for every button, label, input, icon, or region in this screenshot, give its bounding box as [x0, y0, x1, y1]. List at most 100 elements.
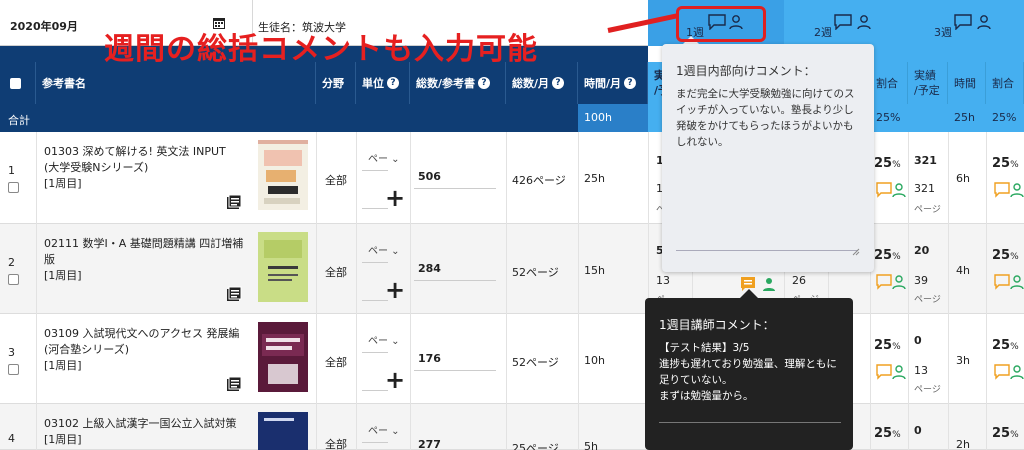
- select-all-checkbox[interactable]: [10, 77, 21, 89]
- week3-plan: 39: [914, 274, 928, 287]
- week3-hours: 6h: [956, 172, 970, 185]
- add-unit-button[interactable]: +: [385, 366, 405, 394]
- divider: [506, 132, 507, 450]
- pages-per-month: 52ページ: [512, 356, 559, 369]
- user-icon[interactable]: [1010, 182, 1024, 198]
- user-icon[interactable]: [1010, 364, 1024, 380]
- user-icon[interactable]: [892, 274, 906, 290]
- pages-per-month: 25ページ: [512, 442, 559, 450]
- book-stack-icon[interactable]: [226, 286, 242, 302]
- week3-percent: 25%: [992, 426, 1019, 441]
- comment-icon[interactable]: [994, 364, 1010, 380]
- resize-handle-icon[interactable]: [852, 248, 860, 256]
- week2-percent-value: 25: [874, 426, 893, 441]
- add-unit-button[interactable]: +: [385, 184, 405, 212]
- unit-select[interactable]: ペー ⌄: [368, 242, 400, 257]
- week3-actual[interactable]: 0: [914, 334, 922, 347]
- unit-select[interactable]: ペー ⌄: [368, 332, 400, 347]
- row-number: 1: [8, 164, 15, 177]
- book-title[interactable]: 03109 入試現代文へのアクセス 発展編 (河合塾シリーズ) [1周目]: [44, 326, 244, 374]
- row-checkbox[interactable]: [8, 274, 19, 285]
- divider: [414, 280, 496, 281]
- week-3-header[interactable]: 3週: [904, 0, 1024, 46]
- total-pages[interactable]: 176: [418, 352, 441, 365]
- col-total-per-book: 総数/参考書?: [410, 62, 506, 104]
- week-3-label: 3週: [934, 26, 952, 39]
- user-icon[interactable]: [892, 364, 906, 380]
- row-number: 2: [8, 256, 15, 269]
- help-icon[interactable]: ?: [387, 77, 399, 89]
- divider: [908, 132, 909, 450]
- total-week3-hours: 25h: [948, 104, 986, 132]
- help-icon[interactable]: ?: [552, 77, 565, 89]
- teacher-comment-text[interactable]: 【テスト結果】3/5 進捗も遅れており勉強量、理解ともに足りていない。 まずは勉…: [659, 340, 845, 404]
- teacher-comment-line: 進捗も遅れており勉強量、理解ともに足りていない。: [659, 358, 837, 386]
- week3-actual[interactable]: 321: [914, 154, 937, 167]
- book-title[interactable]: 01303 深めて解ける! 英文法 INPUT (大学受験Nシリーズ) [1周目…: [44, 144, 244, 192]
- week3-hours: 2h: [956, 438, 970, 450]
- week3-actual[interactable]: 20: [914, 244, 929, 257]
- week2-percent: 25%: [874, 248, 901, 263]
- help-icon[interactable]: ?: [478, 77, 491, 89]
- user-icon[interactable]: [976, 14, 992, 30]
- week3-unit: ページ: [914, 295, 941, 305]
- user-icon[interactable]: [1010, 274, 1024, 290]
- book-cover-image: [258, 322, 308, 392]
- week2-percent-value: 25: [874, 156, 893, 171]
- divider: [362, 300, 388, 301]
- comment-icon[interactable]: [954, 14, 972, 30]
- book-round: [1周目]: [44, 433, 82, 446]
- user-icon[interactable]: [762, 276, 776, 292]
- comment-icon[interactable]: [834, 14, 852, 30]
- teacher-comment-popup: 1週目講師コメント： 【テスト結果】3/5 進捗も遅れており勉強量、理解ともに足…: [645, 298, 853, 450]
- week3-percent: 25%: [992, 156, 1019, 171]
- total-week3-pct: 25%: [986, 104, 1024, 132]
- book-round: [1周目]: [44, 269, 82, 282]
- total-pages[interactable]: 284: [418, 262, 441, 275]
- field-value: 全部: [325, 174, 347, 187]
- col-book: 参考書名: [36, 62, 316, 104]
- week3-percent: 25%: [992, 338, 1019, 353]
- divider: [362, 352, 388, 353]
- annotation-text: 週間の総括コメントも入力可能: [104, 32, 538, 67]
- week3-plan: 13: [914, 364, 928, 377]
- pages-per-month: 426ページ: [512, 174, 566, 187]
- week3-unit: ページ: [914, 205, 941, 215]
- row-checkbox[interactable]: [8, 364, 19, 375]
- book-stack-icon[interactable]: [226, 194, 242, 210]
- book-title-text: 03109 入試現代文へのアクセス 発展編 (河合塾シリーズ): [44, 327, 240, 356]
- teacher-comment-line: 【テスト結果】3/5: [659, 342, 750, 354]
- total-pages[interactable]: 506: [418, 170, 441, 183]
- unit-select-value: ペー: [368, 336, 388, 347]
- user-icon[interactable]: [892, 182, 906, 198]
- comment-icon[interactable]: [994, 274, 1010, 290]
- comment-icon[interactable]: [876, 364, 892, 380]
- book-title[interactable]: 02111 数学I・A 基礎問題精講 四訂増補版 [1周目]: [44, 236, 244, 284]
- unit-select[interactable]: ペー ⌄: [368, 422, 400, 437]
- week3-percent-value: 25: [992, 426, 1011, 441]
- week3-hours: 4h: [956, 264, 970, 277]
- internal-comment-text[interactable]: まだ完全に大学受験勉強に向けてのスイッチが入っていない。塾長より少し発破をかけて…: [676, 86, 862, 150]
- week3-percent-value: 25: [992, 248, 1011, 263]
- divider: [362, 262, 388, 263]
- week3-percent-value: 25: [992, 338, 1011, 353]
- comment-icon[interactable]: [876, 182, 892, 198]
- week3-actual[interactable]: 0: [914, 424, 922, 437]
- teacher-comment-title: 1週目講師コメント：: [659, 318, 775, 332]
- comment-icon[interactable]: [994, 182, 1010, 198]
- week-2-header[interactable]: 2週: [784, 0, 904, 46]
- unit-select[interactable]: ペー ⌄: [368, 150, 400, 165]
- user-icon[interactable]: [856, 14, 872, 30]
- total-pages[interactable]: 277: [418, 438, 441, 450]
- col-field: 分野: [316, 62, 356, 104]
- divider: [410, 132, 411, 450]
- col-hours-per-month: 時間/月?: [578, 62, 648, 104]
- week-3-columns-header: 割合 実績 /予定 時間 割合: [870, 46, 1024, 104]
- book-stack-icon[interactable]: [226, 376, 242, 392]
- row-checkbox[interactable]: [8, 182, 19, 193]
- comment-icon[interactable]: [876, 274, 892, 290]
- popup-arrow: [740, 289, 758, 298]
- help-icon[interactable]: ?: [624, 77, 637, 89]
- add-unit-button[interactable]: +: [385, 276, 405, 304]
- book-title[interactable]: 03102 上級入試漢字一国公立入試対策 [1周目]: [44, 416, 244, 448]
